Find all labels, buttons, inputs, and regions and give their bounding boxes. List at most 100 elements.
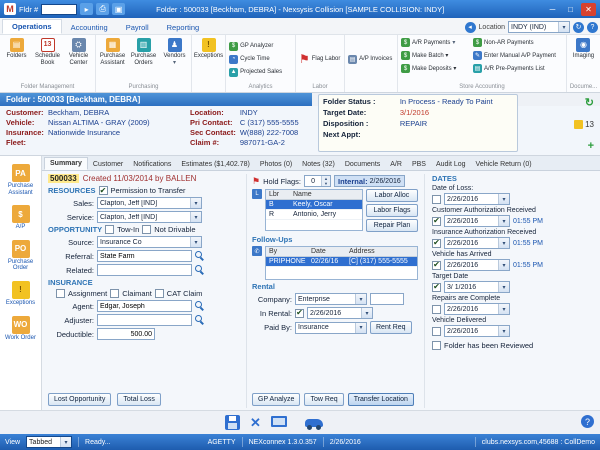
add-icon[interactable]: + bbox=[588, 140, 594, 152]
followup-row[interactable]: PRIPHONE 02/26/16 [C] (317) 555-5555 bbox=[266, 257, 417, 267]
in-rental-date-picker[interactable]: 2/26/2016 bbox=[307, 307, 373, 319]
repairs-complete-checkbox[interactable] bbox=[432, 304, 441, 314]
target-date-picker[interactable]: 3/ 1/2016 bbox=[444, 281, 510, 293]
followups-grid[interactable]: By Date Address PRIPHONE 02/26/16 [C] (3… bbox=[265, 246, 418, 280]
make-batch-button[interactable]: $ Make Batch ▾ bbox=[399, 49, 471, 62]
non-ar-payments-button[interactable]: $ Non-AR Payments bbox=[471, 36, 565, 49]
agent-search-icon[interactable] bbox=[195, 301, 205, 311]
labor-grid[interactable]: Lbr Name B Keely, Oscar R Antonio, Jerry bbox=[265, 189, 363, 231]
gp-analyzer-button[interactable]: $ GP Analyzer bbox=[227, 40, 275, 53]
sidebar-item-ap[interactable]: $ A/P bbox=[1, 205, 41, 231]
not-drivable-checkbox[interactable] bbox=[142, 225, 152, 234]
ar-payments-button[interactable]: $ A/R Payments bbox=[399, 36, 471, 49]
referral-search-icon[interactable] bbox=[195, 251, 205, 261]
in-rental-checkbox[interactable]: ✔ bbox=[295, 308, 304, 318]
labor-row[interactable]: R Antonio, Jerry bbox=[266, 210, 362, 220]
repair-plan-button[interactable]: Repair Plan bbox=[366, 219, 418, 232]
vehicle-delivered-checkbox[interactable] bbox=[432, 326, 441, 336]
related-search-icon[interactable] bbox=[195, 265, 205, 275]
repairs-complete-date-picker[interactable]: 2/26/2016 bbox=[444, 303, 510, 315]
permission-to-transfer-checkbox[interactable]: ✔ bbox=[98, 186, 108, 195]
tow-req-button[interactable]: Tow Req bbox=[304, 393, 344, 406]
gp-analyze-button[interactable]: GP Analyze bbox=[252, 393, 301, 406]
labor-row[interactable]: B Keely, Oscar bbox=[266, 200, 362, 210]
target-date-checkbox[interactable]: ✔ bbox=[432, 282, 441, 292]
purchase-orders-button[interactable]: ▥ Purchase Orders bbox=[128, 36, 159, 67]
tab-audit-log[interactable]: Audit Log bbox=[431, 159, 471, 170]
referral-input[interactable] bbox=[97, 250, 192, 262]
ap-invoices-button[interactable]: ▤ A/P Invoices bbox=[346, 53, 394, 66]
hold-flags-stepper[interactable]: 0 ▲ ▼ bbox=[304, 175, 332, 187]
agent-input[interactable] bbox=[97, 300, 192, 312]
minimize-button[interactable]: ─ bbox=[545, 3, 560, 16]
nav-back-icon[interactable]: ◂ bbox=[464, 21, 476, 33]
refresh-status-icon[interactable]: ↻ bbox=[585, 96, 594, 109]
claimant-checkbox[interactable] bbox=[110, 289, 120, 298]
folders-button[interactable]: ▤ Folders bbox=[1, 36, 32, 60]
related-input[interactable] bbox=[97, 264, 192, 276]
tab-payroll[interactable]: Payroll bbox=[117, 21, 158, 34]
tab-customer[interactable]: Customer bbox=[88, 159, 128, 170]
total-loss-button[interactable]: Total Loss bbox=[117, 393, 161, 406]
tab-pbs[interactable]: PBS bbox=[407, 159, 431, 170]
print-icon[interactable]: ⎙ bbox=[96, 3, 110, 15]
monitor-icon[interactable] bbox=[270, 416, 287, 427]
help-circle-icon[interactable]: ? bbox=[581, 415, 594, 428]
tab-notifications[interactable]: Notifications bbox=[128, 159, 176, 170]
refresh-icon[interactable]: ↻ bbox=[573, 21, 584, 33]
vehicle-center-button[interactable]: ⛭ Vehicle Center bbox=[63, 36, 94, 67]
make-deposits-button[interactable]: $ Make Deposits ▾ bbox=[399, 62, 471, 75]
fldr-number-input[interactable] bbox=[41, 3, 78, 15]
vendors-button[interactable]: ♟ Vendors bbox=[159, 36, 190, 67]
tab-accounting[interactable]: Accounting bbox=[62, 21, 117, 34]
sidebar-item-purchase-order[interactable]: PO Purchase Order bbox=[1, 239, 41, 272]
projected-sales-button[interactable]: ▲ Projected Sales bbox=[227, 66, 284, 79]
insurance-auth-date-picker[interactable]: 2/26/2016 bbox=[444, 237, 510, 249]
enter-manual-ap-payment-button[interactable]: ✎ Enter Manual A/P Payment bbox=[471, 49, 565, 62]
company-extra-input[interactable] bbox=[370, 293, 404, 305]
sidebar-item-work-order[interactable]: WO Work Order bbox=[1, 315, 41, 342]
tab-ar[interactable]: A/R bbox=[385, 159, 407, 170]
adjuster-search-icon[interactable] bbox=[195, 315, 205, 325]
rent-req-button[interactable]: Rent Req bbox=[370, 321, 412, 334]
exceptions-button[interactable]: ! Exceptions bbox=[193, 36, 224, 60]
labor-flags-button[interactable]: Labor Flags bbox=[366, 204, 418, 217]
company-select[interactable]: Enterprise bbox=[295, 293, 367, 305]
tab-estimates[interactable]: Estimates ($1,402.78) bbox=[176, 159, 254, 170]
close-folder-icon[interactable]: ✕ bbox=[250, 415, 261, 431]
tab-vehicle-return[interactable]: Vehicle Return (0) bbox=[471, 159, 537, 170]
purchase-assistant-button[interactable]: ▦ Purchase Assistant bbox=[97, 36, 128, 67]
vehicle-arrived-date-picker[interactable]: 2/26/2016 bbox=[444, 259, 510, 271]
schedule-book-button[interactable]: 13 Schedule Book bbox=[32, 36, 63, 67]
insurance-auth-checkbox[interactable]: ✔ bbox=[432, 238, 441, 248]
cycle-time-button[interactable]: ◔ Cycle Time bbox=[227, 53, 272, 66]
folder-reviewed-checkbox[interactable] bbox=[432, 341, 441, 350]
vehicle-arrived-checkbox[interactable]: ✔ bbox=[432, 260, 441, 270]
deductible-input[interactable] bbox=[97, 328, 155, 340]
help-icon[interactable]: ? bbox=[587, 21, 598, 33]
cat-claim-checkbox[interactable] bbox=[154, 289, 164, 298]
date-of-loss-picker[interactable]: 2/26/2016 bbox=[444, 193, 510, 205]
save-icon[interactable] bbox=[225, 415, 240, 430]
close-button[interactable]: ✕ bbox=[581, 2, 596, 16]
car-icon[interactable] bbox=[304, 418, 323, 430]
date-of-loss-checkbox[interactable] bbox=[432, 194, 441, 204]
lost-opportunity-button[interactable]: Lost Opportunity bbox=[48, 393, 112, 406]
screen-icon[interactable]: ▣ bbox=[112, 3, 126, 15]
ar-pre-payments-list-button[interactable]: ▤ A/R Pre-Payments List bbox=[471, 62, 565, 75]
tab-summary[interactable]: Summary bbox=[44, 157, 88, 170]
maximize-button[interactable]: □ bbox=[563, 3, 578, 16]
tab-notes[interactable]: Notes (32) bbox=[297, 159, 340, 170]
sidebar-item-exceptions[interactable]: ! Exceptions bbox=[1, 280, 41, 307]
adjuster-input[interactable] bbox=[97, 314, 192, 326]
internal-date-box[interactable]: Internal: 2/26/2016 bbox=[334, 175, 405, 187]
service-select[interactable]: Clapton, Jeff [IND] bbox=[97, 211, 202, 223]
tab-photos[interactable]: Photos (0) bbox=[255, 159, 297, 170]
paid-by-select[interactable]: Insurance bbox=[295, 321, 367, 334]
imaging-button[interactable]: ◉ Imaging bbox=[568, 36, 599, 60]
sales-select[interactable]: Clapton, Jeff [IND] bbox=[97, 197, 202, 209]
appointments-badge[interactable]: 13 bbox=[574, 120, 594, 129]
vehicle-delivered-date-picker[interactable]: 2/26/2016 bbox=[444, 325, 510, 337]
tab-operations[interactable]: Operations bbox=[2, 19, 62, 34]
tab-reporting[interactable]: Reporting bbox=[158, 21, 209, 34]
